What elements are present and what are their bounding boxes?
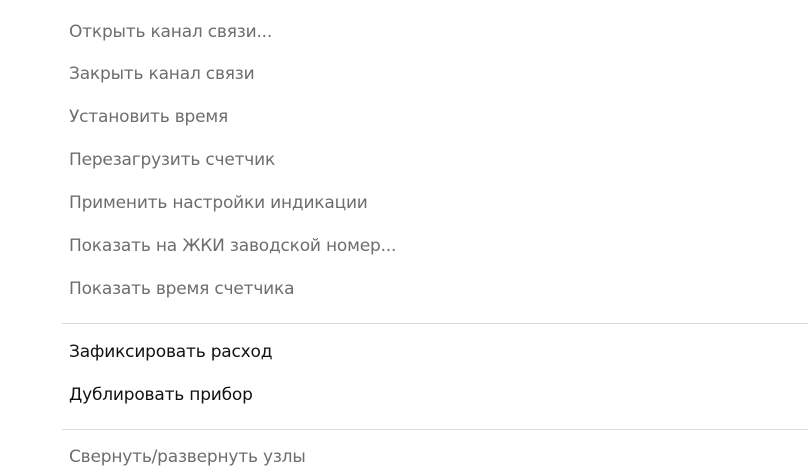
menu-item-apply-indication-settings[interactable]: Применить настройки индикации — [69, 188, 368, 218]
menu-separator — [62, 323, 808, 324]
menu-item-collapse-expand-nodes[interactable]: Свернуть/развернуть узлы — [69, 442, 306, 472]
menu-item-show-meter-time[interactable]: Показать время счетчика — [69, 274, 295, 304]
menu-separator — [62, 429, 808, 430]
menu-item-fix-consumption[interactable]: Зафиксировать расход — [69, 337, 272, 367]
context-menu: Открыть канал связи... Закрыть канал свя… — [0, 0, 808, 476]
menu-item-set-time[interactable]: Установить время — [69, 102, 228, 132]
menu-item-show-serial-on-lcd[interactable]: Показать на ЖКИ заводской номер... — [69, 231, 396, 261]
menu-item-close-channel[interactable]: Закрыть канал связи — [69, 59, 255, 89]
menu-item-restart-meter[interactable]: Перезагрузить счетчик — [69, 145, 275, 175]
menu-item-duplicate-device[interactable]: Дублировать прибор — [69, 380, 253, 410]
menu-item-open-channel[interactable]: Открыть канал связи... — [69, 17, 272, 47]
